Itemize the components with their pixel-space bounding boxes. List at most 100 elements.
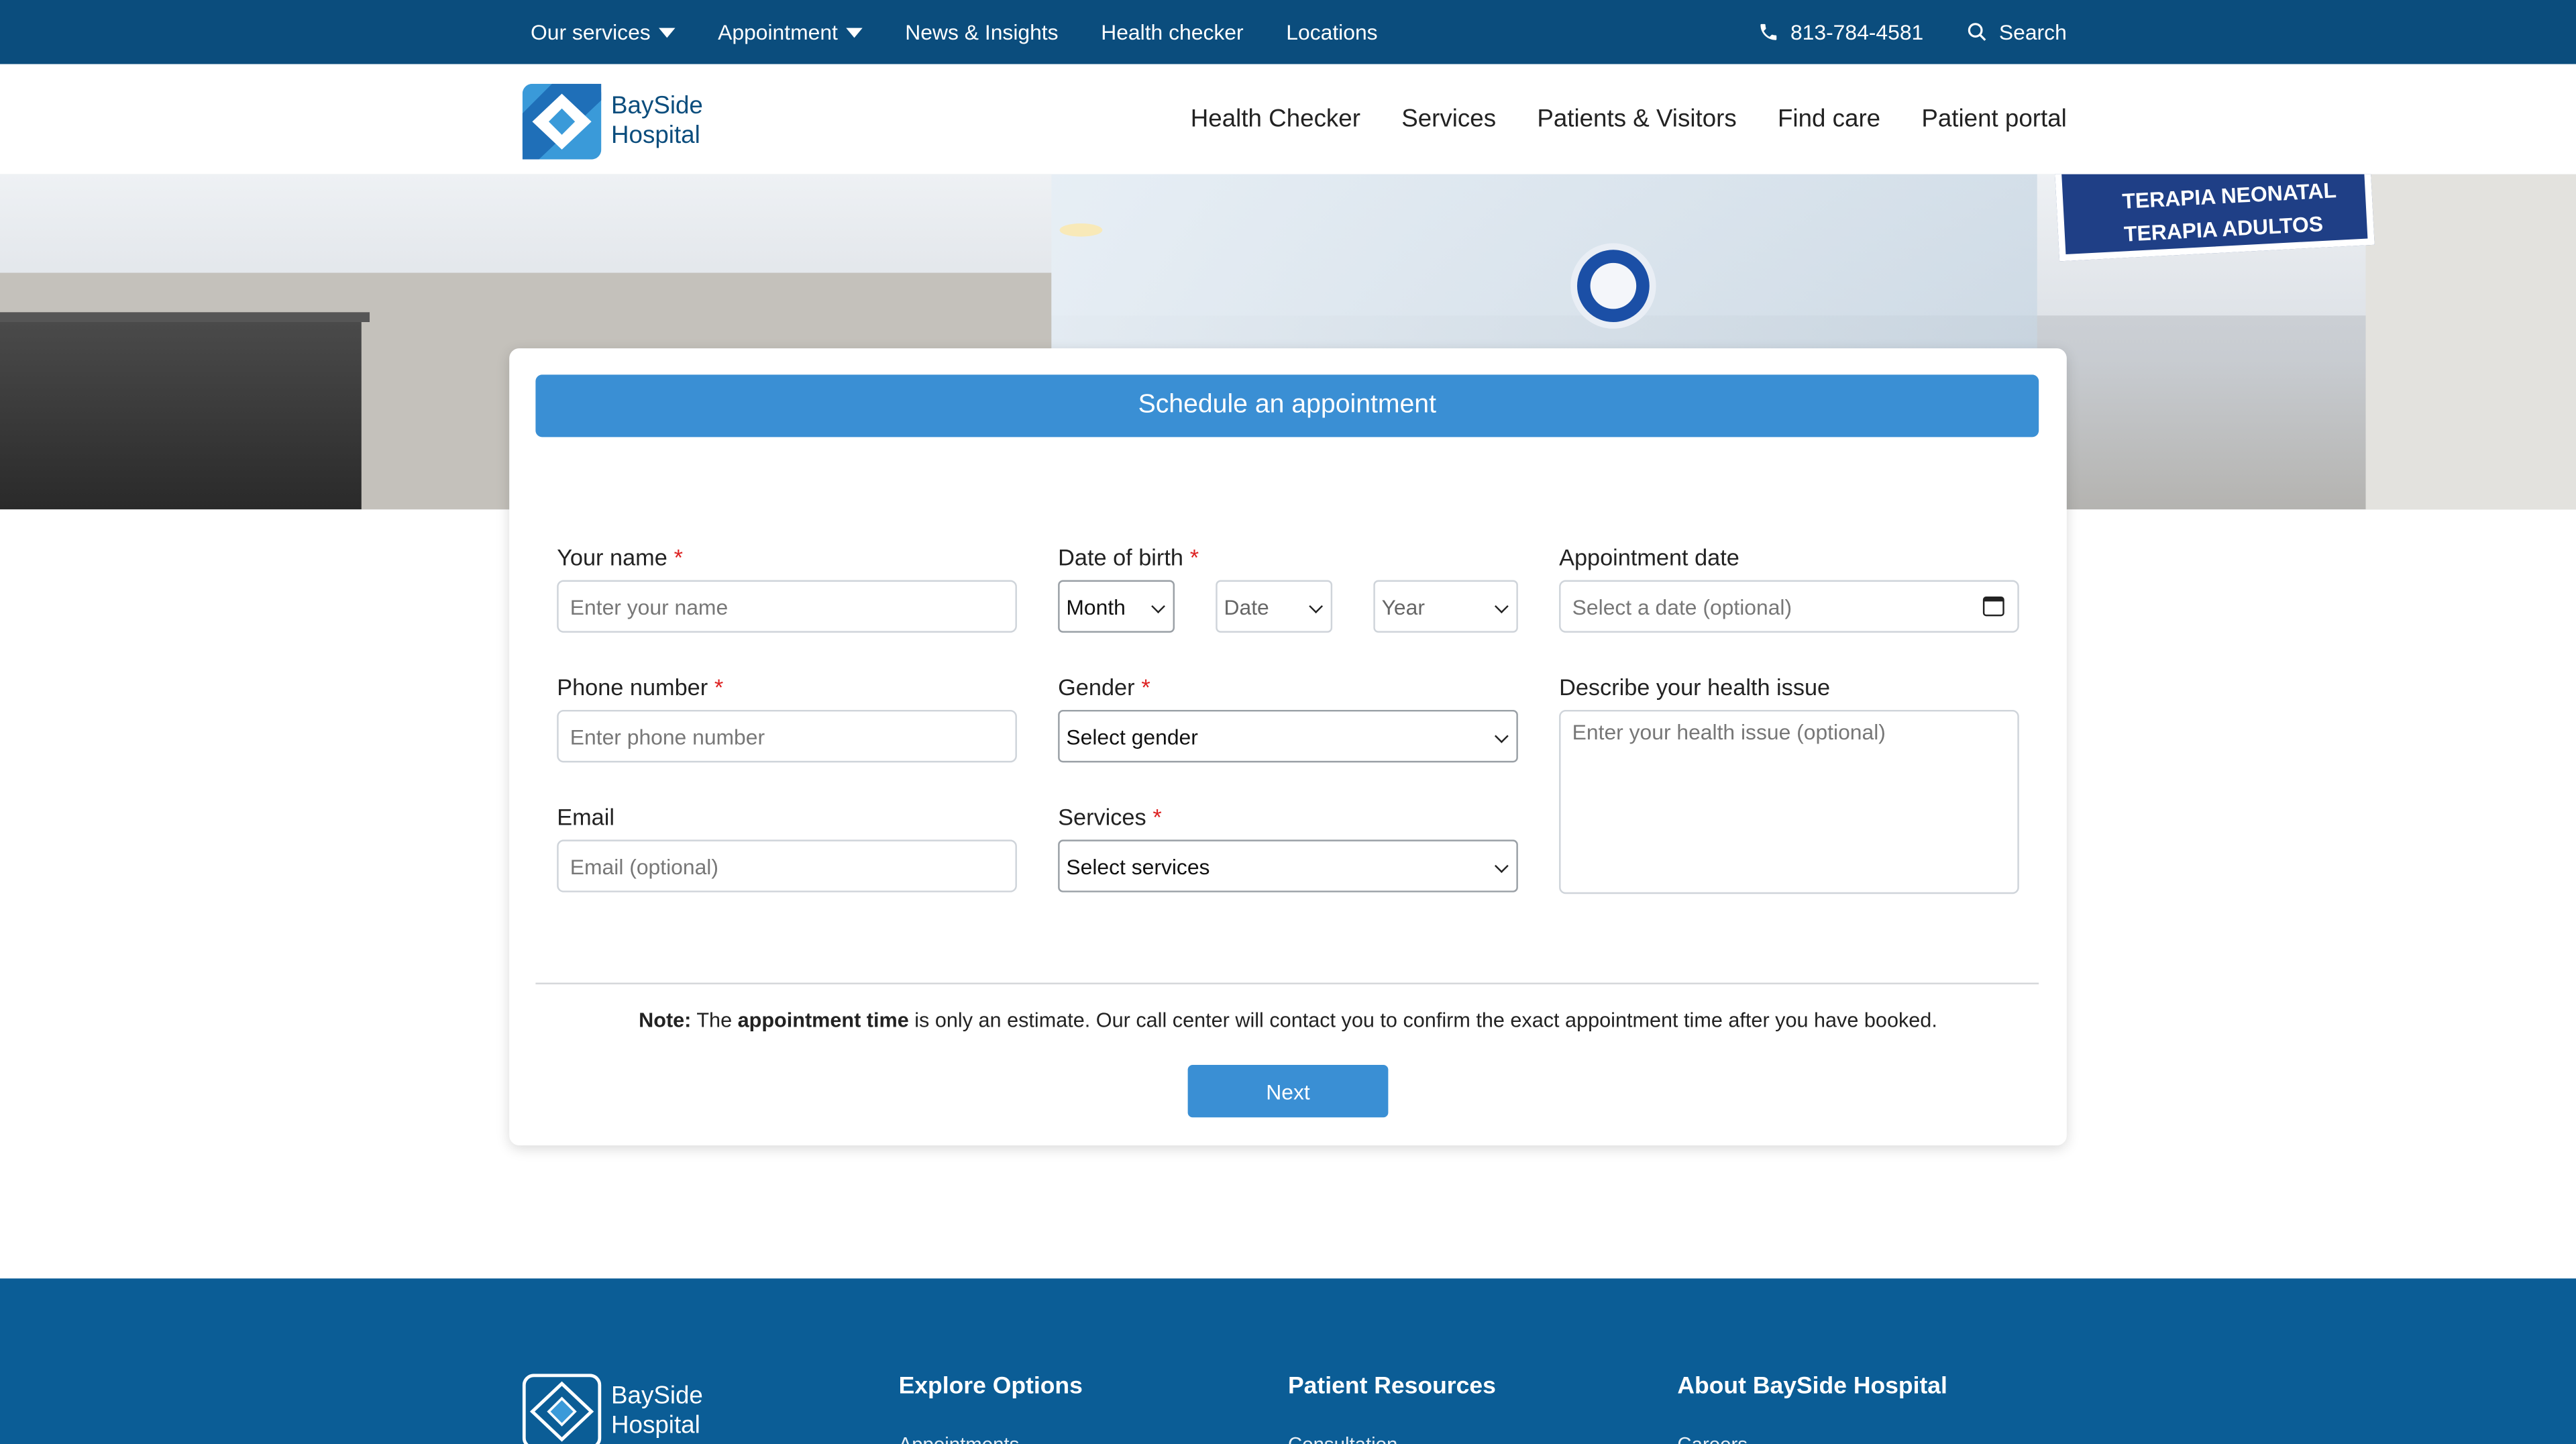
- logo-text: BaySide Hospital: [611, 92, 703, 151]
- next-button[interactable]: Next: [1187, 1064, 1389, 1118]
- calendar-icon[interactable]: [1982, 596, 2004, 617]
- appointment-date-label: Appointment date: [1559, 544, 1739, 570]
- footer-link-consultation[interactable]: Consultation: [1288, 1433, 1397, 1444]
- top-nav-label: Our services: [531, 19, 651, 45]
- top-nav: Our services Appointment News & Insights…: [531, 0, 1420, 64]
- appointment-note: Note: The appointment time is only an es…: [509, 1009, 2067, 1032]
- email-label: Email: [557, 803, 614, 830]
- phone-link[interactable]: 813-784-4581: [1758, 19, 1923, 44]
- hero-door: [0, 322, 362, 510]
- gender-field-label: Gender *: [1058, 674, 1150, 707]
- appointment-date-input[interactable]: Select a date (optional): [1559, 580, 2019, 633]
- health-issue-textarea[interactable]: Enter your health issue (optional): [1559, 709, 2019, 894]
- footer-logo[interactable]: BaySide Hospital: [522, 1374, 703, 1444]
- hero-ceiling-lamp: [1059, 223, 1103, 237]
- hero-door-frame: [0, 312, 370, 323]
- top-nav-appointment[interactable]: Appointment: [718, 19, 863, 44]
- services-label: Services: [1058, 803, 1146, 830]
- top-bar: Our services Appointment News & Insights…: [0, 0, 2576, 64]
- chevron-down-icon: [1494, 599, 1509, 614]
- top-nav-label: Locations: [1286, 19, 1378, 45]
- required-mark: *: [1141, 674, 1150, 701]
- caret-down-icon: [658, 27, 676, 38]
- phone-input[interactable]: Enter phone number: [557, 709, 1017, 763]
- phone-label: Phone number: [557, 674, 708, 701]
- appointment-date-field-label: Appointment date: [1559, 544, 1739, 577]
- gender-label: Gender: [1058, 674, 1135, 701]
- note-bold: appointment time: [737, 1009, 909, 1032]
- logo[interactable]: BaySide Hospital: [522, 83, 703, 160]
- footer-col-patient-resources-title: Patient Resources: [1288, 1374, 1496, 1400]
- note-text-2: is only an estimate. Our call center wil…: [908, 1009, 1937, 1032]
- dob-year-select[interactable]: Year: [1373, 580, 1518, 633]
- name-input[interactable]: Enter your name: [557, 580, 1017, 633]
- site-header: BaySide Hospital Health Checker Services…: [0, 64, 2576, 174]
- chevron-down-icon: [1494, 729, 1509, 743]
- search-icon: [1968, 23, 1986, 41]
- main-nav-health-checker[interactable]: Health Checker: [1191, 105, 1360, 134]
- name-label: Your name: [557, 544, 667, 570]
- top-nav-news-insights[interactable]: News & Insights: [905, 19, 1058, 44]
- dob-month-value: Month: [1066, 594, 1126, 619]
- required-mark: *: [1152, 803, 1162, 830]
- phone-field-label: Phone number *: [557, 674, 723, 707]
- search-label: Search: [1998, 19, 2067, 45]
- top-utilities: 813-784-4581 Search: [1715, 0, 2067, 64]
- dob-month-select[interactable]: Month: [1058, 580, 1175, 633]
- logo-line-1: BaySide: [611, 1382, 703, 1410]
- appointment-form-card: Schedule an appointment Your name * Enter…: [509, 348, 2067, 1145]
- services-field-label: Services *: [1058, 804, 1162, 837]
- appointment-date-placeholder: Select a date (optional): [1572, 594, 1792, 619]
- logo-mark-icon: [522, 1374, 602, 1444]
- top-nav-locations[interactable]: Locations: [1286, 19, 1377, 44]
- footer-col-about-title: About BaySide Hospital: [1677, 1374, 1947, 1400]
- top-nav-label: News & Insights: [905, 19, 1059, 45]
- footer-link-appointments[interactable]: Appointments: [899, 1433, 1020, 1444]
- main-nav: Health Checker Services Patients & Visit…: [1150, 64, 2067, 174]
- hero-right-wall: [2365, 174, 2576, 510]
- form-divider: [535, 982, 2039, 984]
- main-nav-patients-visitors[interactable]: Patients & Visitors: [1537, 105, 1736, 134]
- logo-line-2: Hospital: [611, 121, 700, 150]
- page: Our services Appointment News & Insights…: [0, 0, 2576, 1444]
- footer-logo-text: BaySide Hospital: [611, 1382, 703, 1441]
- clock-icon: [1570, 243, 1656, 329]
- gender-value: Select gender: [1066, 723, 1198, 749]
- phone-icon: [1760, 23, 1776, 40]
- note-prefix: Note:: [639, 1009, 692, 1032]
- logo-mark-icon: [522, 83, 602, 160]
- required-mark: *: [674, 544, 683, 570]
- main-nav-find-care[interactable]: Find care: [1778, 105, 1880, 134]
- phone-number: 813-784-4581: [1790, 19, 1924, 45]
- chevron-down-icon: [1151, 599, 1165, 614]
- footer-col-explore-title: Explore Options: [898, 1374, 1083, 1400]
- services-value: Select services: [1066, 854, 1210, 878]
- top-nav-label: Health checker: [1101, 19, 1244, 45]
- health-issue-label: Describe your health issue: [1559, 674, 1831, 701]
- required-mark: *: [1189, 544, 1199, 570]
- health-issue-field-label: Describe your health issue: [1559, 674, 1830, 707]
- required-mark: *: [714, 674, 724, 701]
- dob-label: Date of birth: [1058, 544, 1183, 570]
- email-input[interactable]: Email (optional): [557, 839, 1017, 892]
- chevron-down-icon: [1309, 599, 1324, 614]
- dob-field-label: Date of birth *: [1058, 544, 1199, 577]
- footer-link-careers[interactable]: Careers: [1677, 1433, 1748, 1444]
- main-nav-patient-portal[interactable]: Patient portal: [1921, 105, 2066, 134]
- site-footer: BaySide Hospital Explore Options Appoint…: [0, 1278, 2576, 1444]
- services-select[interactable]: Select services: [1058, 839, 1518, 892]
- main-nav-services[interactable]: Services: [1401, 105, 1496, 134]
- gender-select[interactable]: Select gender: [1058, 709, 1518, 763]
- search-button[interactable]: Search: [1966, 19, 2067, 44]
- top-nav-our-services[interactable]: Our services: [531, 19, 676, 45]
- form-title: Schedule an appointment: [535, 374, 2039, 437]
- note-text-1: The: [691, 1009, 738, 1032]
- logo-line-1: BaySide: [611, 92, 703, 120]
- dob-year-value: Year: [1381, 594, 1425, 619]
- top-nav-health-checker[interactable]: Health checker: [1101, 19, 1243, 44]
- caret-down-icon: [846, 27, 863, 38]
- chevron-down-icon: [1494, 859, 1509, 874]
- top-nav-label: Appointment: [718, 19, 838, 45]
- dob-date-select[interactable]: Date: [1216, 580, 1333, 633]
- email-field-label: Email: [557, 804, 614, 837]
